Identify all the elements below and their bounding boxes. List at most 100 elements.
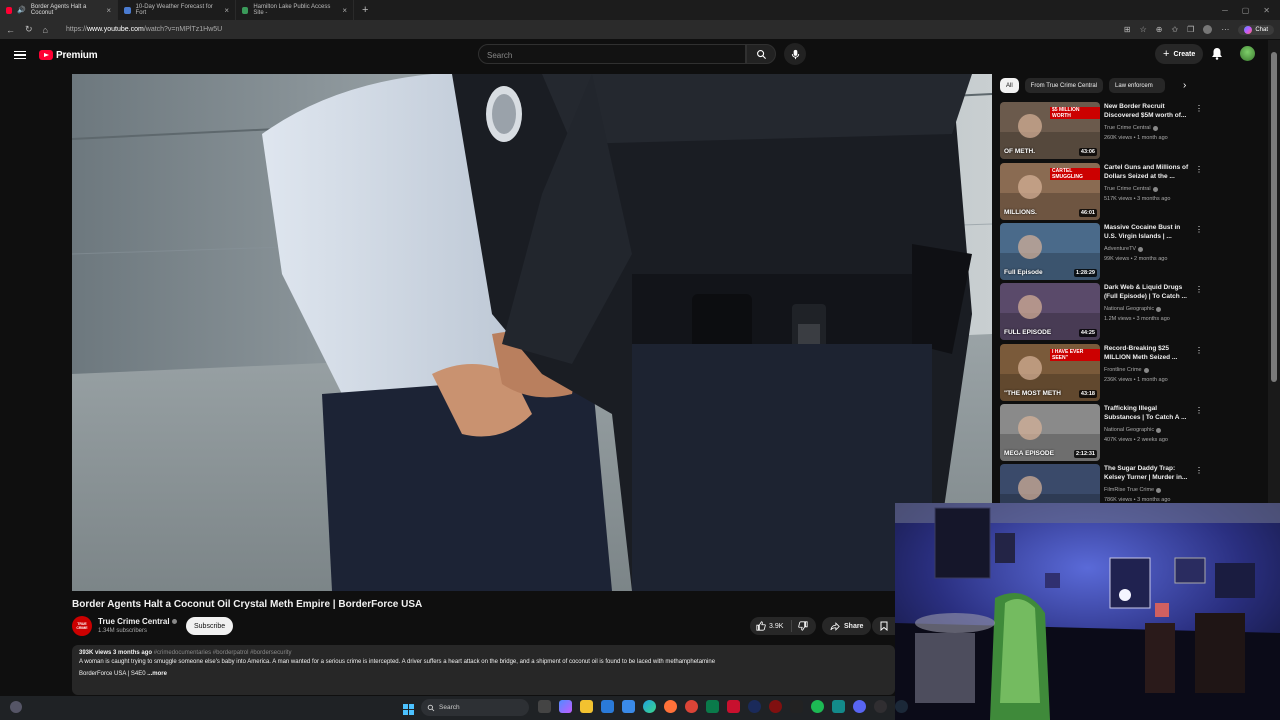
more-vert-icon[interactable]: ⋮	[1195, 346, 1203, 355]
url-field[interactable]: https://www.youtube.com/watch?v=nMPlTz1H…	[66, 26, 222, 33]
recommended-title[interactable]: Dark Web & Liquid Drugs (Full Episode) |…	[1104, 284, 1192, 301]
video-thumbnail[interactable]: MEGA EPISODE 2:12:31	[1000, 404, 1100, 461]
recommended-channel[interactable]: Frontline Crime	[1104, 367, 1149, 373]
minimize-icon[interactable]: ─	[1222, 6, 1228, 15]
search-input[interactable]	[479, 46, 745, 65]
description-box[interactable]: 393K views 3 months ago #crimedocumentar…	[72, 645, 895, 695]
speaker-icon[interactable]: 🔊	[17, 6, 26, 14]
more-vert-icon[interactable]: ⋮	[1195, 406, 1203, 415]
recommended-video[interactable]: I HAVE EVER SEEN" "THE MOST METH 43:18 Reco…	[1000, 344, 1203, 402]
dislike-button[interactable]	[792, 621, 808, 631]
discord-icon[interactable]	[853, 700, 866, 713]
more-vert-icon[interactable]: ⋮	[1195, 165, 1203, 174]
task-view-icon[interactable]	[538, 700, 551, 713]
more-vert-icon[interactable]: ⋮	[1195, 466, 1203, 475]
video-thumbnail[interactable]: Full Episode 1:28:29	[1000, 223, 1100, 280]
browser-tab-youtube[interactable]: 🔊 Border Agents Halt a Coconut ×	[0, 0, 118, 20]
app-teal-icon[interactable]	[832, 700, 845, 713]
close-tab-icon[interactable]: ×	[106, 6, 111, 15]
video-thumbnail[interactable]: CARTEL SMUGGLING MILLIONS. 46:01	[1000, 163, 1100, 220]
more-options-icon[interactable]: ⋯	[1221, 25, 1229, 34]
app-red-icon[interactable]	[727, 700, 740, 713]
split-screen-icon[interactable]: ⊞	[1124, 25, 1131, 34]
obs-icon[interactable]	[874, 700, 887, 713]
chevron-right-icon[interactable]: ›	[1183, 80, 1186, 91]
firefox-icon[interactable]	[664, 700, 677, 713]
save-button[interactable]	[872, 617, 896, 635]
more-vert-icon[interactable]: ⋮	[1195, 104, 1203, 113]
recommended-channel[interactable]: National Geographic	[1104, 306, 1162, 312]
start-windows-icon[interactable]	[403, 702, 414, 720]
recommended-title[interactable]: New Border Recruit Discovered $5M worth …	[1104, 103, 1192, 120]
recommended-title[interactable]: The Sugar Daddy Trap: Kelsey Turner | Mu…	[1104, 465, 1192, 482]
steam-icon[interactable]	[895, 700, 908, 713]
app-blue-icon[interactable]	[748, 700, 761, 713]
app-green-icon[interactable]	[706, 700, 719, 713]
video-thumbnail[interactable]: FULL EPISODE 44:25	[1000, 283, 1100, 340]
maximize-icon[interactable]: ▢	[1242, 6, 1250, 15]
back-icon[interactable]: ←	[6, 25, 15, 35]
video-thumbnail[interactable]: $5 MILLION WORTH OF METH. 43:06	[1000, 102, 1100, 159]
recommended-channel[interactable]: National Geographic	[1104, 427, 1162, 433]
favorites-icon[interactable]: ✩	[1171, 25, 1178, 34]
share-button[interactable]: Share	[822, 617, 872, 635]
video-thumbnail[interactable]: I HAVE EVER SEEN" "THE MOST METH 43:18	[1000, 344, 1100, 401]
profile-avatar-icon[interactable]	[1203, 25, 1213, 34]
recommended-channel[interactable]: FilmRise True Crime	[1104, 487, 1162, 493]
new-tab-button[interactable]: +	[354, 4, 376, 16]
favorite-star-icon[interactable]: ☆	[1140, 25, 1147, 34]
close-window-icon[interactable]: ✕	[1263, 6, 1270, 15]
chip-all[interactable]: All	[1000, 78, 1019, 93]
copilot-app-icon[interactable]	[559, 700, 572, 713]
edge-icon[interactable]	[643, 700, 656, 713]
app-dark-red-icon[interactable]	[769, 700, 782, 713]
video-player[interactable]	[72, 74, 992, 591]
channel-name[interactable]: True Crime Central	[98, 617, 177, 626]
scrollbar-thumb[interactable]	[1271, 52, 1277, 382]
recommended-video[interactable]: MEGA EPISODE 2:12:31 Trafficking Illegal S…	[1000, 404, 1203, 462]
extensions-icon[interactable]: ⊕	[1156, 25, 1163, 34]
copilot-chat-button[interactable]: Chat	[1238, 24, 1274, 35]
collections-icon[interactable]: ❐	[1187, 25, 1194, 34]
notifications-bell-icon[interactable]	[1211, 47, 1223, 65]
mail-icon[interactable]	[622, 700, 635, 713]
recommended-channel[interactable]: AdventureTV	[1104, 246, 1144, 252]
youtube-logo[interactable]: Premium	[39, 50, 98, 61]
recommended-video[interactable]: Full Episode 1:28:29 Massive Cocaine Bust …	[1000, 223, 1203, 281]
file-explorer-icon[interactable]	[580, 700, 593, 713]
like-button[interactable]: 3.9K	[750, 620, 792, 632]
chrome-icon[interactable]	[685, 700, 698, 713]
recommended-title[interactable]: Massive Cocaine Bust in U.S. Virgin Isla…	[1104, 224, 1192, 241]
voice-search-button[interactable]	[784, 43, 806, 65]
refresh-icon[interactable]: ↻	[25, 24, 33, 35]
terminal-icon[interactable]	[790, 700, 803, 713]
taskbar-search[interactable]: Search	[421, 699, 529, 716]
chip-law-enforcement[interactable]: Law enforcem	[1109, 78, 1166, 93]
spotify-icon[interactable]	[811, 700, 824, 713]
show-more-link[interactable]: ...more	[147, 671, 167, 677]
recommended-title[interactable]: Cartel Guns and Millions of Dollars Seiz…	[1104, 164, 1192, 181]
browser-tab-hamilton[interactable]: Hamilton Lake Public Access Site - ×	[236, 0, 354, 20]
user-avatar[interactable]	[1240, 46, 1255, 61]
subscribe-button[interactable]: Subscribe	[186, 617, 234, 635]
recommended-channel[interactable]: True Crime Central	[1104, 186, 1158, 192]
more-vert-icon[interactable]: ⋮	[1195, 225, 1203, 234]
menu-icon[interactable]	[14, 50, 26, 60]
close-tab-icon[interactable]: ×	[224, 6, 229, 15]
recommended-video[interactable]: CARTEL SMUGGLING MILLIONS. 46:01 Cartel Gun…	[1000, 163, 1203, 221]
recommended-title[interactable]: Trafficking Illegal Substances | To Catc…	[1104, 405, 1192, 422]
create-button[interactable]: + Create	[1155, 44, 1204, 64]
close-tab-icon[interactable]: ×	[342, 6, 347, 15]
recommended-title[interactable]: Record-Breaking $25 MILLION Meth Seized …	[1104, 345, 1192, 362]
more-vert-icon[interactable]: ⋮	[1195, 285, 1203, 294]
browser-tab-weather[interactable]: 10-Day Weather Forecast for Fort ×	[118, 0, 236, 20]
recommended-channel[interactable]: True Crime Central	[1104, 125, 1158, 131]
chip-from-channel[interactable]: From True Crime Central	[1024, 78, 1104, 93]
channel-avatar[interactable]: TRUE CRIME	[72, 616, 92, 636]
store-icon[interactable]	[601, 700, 614, 713]
recommended-video[interactable]: $5 MILLION WORTH OF METH. 43:06 New Border …	[1000, 102, 1203, 160]
recommended-video[interactable]: FULL EPISODE 44:25 Dark Web & Liquid Drugs…	[1000, 283, 1203, 341]
search-button[interactable]	[746, 44, 776, 64]
widgets-icon[interactable]	[10, 701, 22, 713]
home-icon[interactable]: ⌂	[43, 25, 48, 35]
